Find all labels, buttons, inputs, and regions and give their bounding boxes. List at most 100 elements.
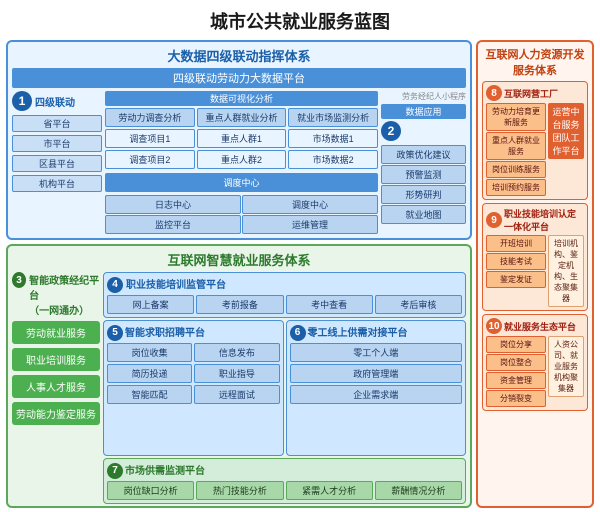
panel8-header: 8 互联网营工厂 bbox=[486, 85, 584, 101]
panel10-sub: 人资公司、就业服务机构聚集器 bbox=[548, 336, 584, 407]
panel-9: 9 职业技能培训认定一体化平台 开班培训 技能考试 鉴定发证 培训机构、鉴定机构… bbox=[482, 203, 588, 311]
panel6-title: 零工线上供需对接平台 bbox=[308, 324, 408, 339]
analysis-item-3: 调查项目2 bbox=[105, 150, 195, 169]
dispatch-0: 日志中心 bbox=[105, 195, 241, 214]
dispatch-1: 调度中心 bbox=[242, 195, 378, 214]
p7-item-0: 岗位缺口分析 bbox=[107, 481, 194, 500]
panel4-title: 职业技能培训监管平台 bbox=[126, 276, 226, 291]
p5-item-2: 简历投递 bbox=[107, 364, 192, 383]
analysis-item-4: 重点人群2 bbox=[197, 150, 287, 169]
analysis-item-2: 市场数据1 bbox=[288, 129, 378, 148]
panel-7: 7 市场供需监测平台 岗位缺口分析 热门技能分析 紧需人才分析 薪酬情况分析 bbox=[103, 458, 466, 504]
badge-3: 3 bbox=[12, 272, 26, 288]
analysis-col-1: 重点人群就业分析 bbox=[197, 108, 287, 127]
p10-item-1: 岗位整合 bbox=[486, 354, 546, 371]
app-0: 政策优化建议 bbox=[381, 145, 466, 164]
p8-item-0: 劳动力培育更新服务 bbox=[486, 103, 546, 131]
p9-sub-0: 培训机构、鉴定机构、生态聚集器 bbox=[548, 235, 584, 307]
panel-56-row: 5 智能求职招聘平台 岗位收集 信息发布 简历投递 职业指导 智能匹配 远程面试 bbox=[103, 320, 466, 456]
p10-item-2: 资金管理 bbox=[486, 372, 546, 389]
badge-10: 10 bbox=[486, 318, 502, 334]
p4-item-2: 考中查看 bbox=[286, 295, 373, 314]
p6-item-1: 政府管理端 bbox=[290, 364, 463, 383]
p4-item-1: 考前报备 bbox=[196, 295, 283, 314]
btn-3[interactable]: 劳动能力鉴定服务 bbox=[12, 402, 100, 425]
sub-label-0: 省平台 bbox=[12, 115, 102, 132]
app-1: 预警监测 bbox=[381, 165, 466, 184]
panel-8: 8 互联网营工厂 劳动力培育更新服务 重点人群就业服务 岗位训练服务 培训预约服… bbox=[482, 81, 588, 200]
panel8-inner: 劳动力培育更新服务 重点人群就业服务 岗位训练服务 培训预约服务 运营中台服务团… bbox=[486, 103, 584, 196]
left-section: 大数据四级联动指挥体系 四级联动劳动力大数据平台 1 四级联动 省平台 市平台 … bbox=[6, 40, 472, 508]
panel5-grid: 岗位收集 信息发布 简历投递 职业指导 智能匹配 远程面试 bbox=[107, 343, 280, 404]
sub-label-2: 区县平台 bbox=[12, 155, 102, 172]
badge-8: 8 bbox=[486, 85, 502, 101]
right-panel: 互联网人力资源开发服务体系 8 互联网营工厂 劳动力培育更新服务 重点人群就业服… bbox=[476, 40, 594, 508]
panel9-title: 职业技能培训认定一体化平台 bbox=[504, 207, 584, 233]
p8-platform-title: 运营中台服务团队工作平台 bbox=[548, 103, 584, 159]
bd-level-label: 1 四级联动 bbox=[12, 91, 102, 111]
p6-item-2: 企业需求端 bbox=[290, 385, 463, 404]
app-3: 就业地图 bbox=[381, 205, 466, 224]
panel-5: 5 智能求职招聘平台 岗位收集 信息发布 简历投递 职业指导 智能匹配 远程面试 bbox=[103, 320, 284, 456]
btn-2[interactable]: 人事人才服务 bbox=[12, 375, 100, 398]
p7-item-2: 紧需人才分析 bbox=[286, 481, 373, 500]
internet-title: 互联网智慧就业服务体系 bbox=[12, 250, 466, 269]
panel9-sub: 培训机构、鉴定机构、生态聚集器 bbox=[548, 235, 584, 307]
dispatch-center: 调度中心 bbox=[105, 173, 378, 192]
panel10-items: 岗位分享 岗位整合 资金管理 分销裂变 bbox=[486, 336, 546, 407]
p7-item-1: 热门技能分析 bbox=[196, 481, 283, 500]
p10-sub-0: 人资公司、就业服务机构聚集器 bbox=[548, 336, 584, 397]
badge-6: 6 bbox=[290, 325, 306, 341]
internet-inner: 3 智能政策经纪平台（一网通办） 劳动就业服务 职业培训服务 人事人才服务 劳动… bbox=[12, 272, 466, 504]
p5-item-3: 职业指导 bbox=[194, 364, 279, 383]
badge-9: 9 bbox=[486, 212, 502, 228]
data-analysis-title: 数据可视化分析 bbox=[105, 91, 378, 106]
analysis-col-2: 就业市场监测分析 bbox=[288, 108, 378, 127]
big-data-inner: 1 四级联动 省平台 市平台 区县平台 机构平台 数据可视化分析 劳动力调查分析… bbox=[12, 91, 466, 234]
internet-section: 互联网智慧就业服务体系 3 智能政策经纪平台（一网通办） 劳动就业服务 职业培训… bbox=[6, 244, 472, 508]
analysis-item-1: 重点人群1 bbox=[197, 129, 287, 148]
sub-label-3: 机构平台 bbox=[12, 175, 102, 192]
p10-item-0: 岗位分享 bbox=[486, 336, 546, 353]
panel9-header: 9 职业技能培训认定一体化平台 bbox=[486, 207, 584, 233]
app-2: 形势研判 bbox=[381, 185, 466, 204]
big-data-title: 大数据四级联动指挥体系 bbox=[12, 46, 466, 65]
bd-middle: 数据可视化分析 劳动力调查分析 重点人群就业分析 就业市场监测分析 调查项目1 … bbox=[105, 91, 378, 234]
panel8-items: 劳动力培育更新服务 重点人群就业服务 岗位训练服务 培训预约服务 bbox=[486, 103, 546, 196]
panel10-inner: 岗位分享 岗位整合 资金管理 分销裂变 人资公司、就业服务机构聚集器 bbox=[486, 336, 584, 407]
big-data-section: 大数据四级联动指挥体系 四级联动劳动力大数据平台 1 四级联动 省平台 市平台 … bbox=[6, 40, 472, 240]
p9-item-0: 开班培训 bbox=[486, 235, 546, 252]
p5-item-0: 岗位收集 bbox=[107, 343, 192, 362]
panel-6: 6 零工线上供需对接平台 零工个人端 政府管理端 企业需求端 bbox=[286, 320, 467, 456]
panel8-platform: 运营中台服务团队工作平台 bbox=[548, 103, 584, 196]
right-title: 互联网人力资源开发服务体系 bbox=[482, 46, 588, 78]
p6-item-0: 零工个人端 bbox=[290, 343, 463, 362]
dispatch-items: 日志中心 调度中心 监控平台 运维管理 bbox=[105, 195, 378, 234]
apps-col: 政策优化建议 预警监测 形势研判 就业地图 bbox=[381, 145, 466, 234]
p5-item-5: 远程面试 bbox=[194, 385, 279, 404]
int-label-3: 3 智能政策经纪平台（一网通办） bbox=[12, 272, 100, 317]
panel10-header: 10 就业服务生态平台 bbox=[486, 318, 584, 334]
int-col1-label: 智能政策经纪平台（一网通办） bbox=[29, 272, 100, 317]
bd-left: 1 四级联动 省平台 市平台 区县平台 机构平台 bbox=[12, 91, 102, 234]
badge-2: 2 bbox=[381, 121, 401, 141]
btn-0[interactable]: 劳动就业服务 bbox=[12, 321, 100, 344]
dispatch-3: 运维管理 bbox=[242, 215, 378, 234]
panel10-title: 就业服务生态平台 bbox=[504, 320, 576, 333]
btn-1[interactable]: 职业培训服务 bbox=[12, 348, 100, 371]
panel7-grid: 岗位缺口分析 热门技能分析 紧需人才分析 薪酬情况分析 bbox=[107, 481, 462, 500]
analysis-grid: 劳动力调查分析 重点人群就业分析 就业市场监测分析 调查项目1 重点人群1 市场… bbox=[105, 108, 378, 169]
p9-item-2: 鉴定发证 bbox=[486, 271, 546, 288]
panel4-grid: 网上备案 考前报备 考中查看 考后审核 bbox=[107, 295, 462, 314]
p5-item-4: 智能匹配 bbox=[107, 385, 192, 404]
int-col1: 3 智能政策经纪平台（一网通办） 劳动就业服务 职业培训服务 人事人才服务 劳动… bbox=[12, 272, 100, 504]
analysis-col-0: 劳动力调查分析 bbox=[105, 108, 195, 127]
panel-4: 4 职业技能培训监管平台 网上备案 考前报备 考中查看 考后审核 bbox=[103, 272, 466, 318]
panel5-title: 智能求职招聘平台 bbox=[125, 324, 205, 339]
panel7-title: 市场供需监测平台 bbox=[125, 462, 205, 477]
panel9-items: 开班培训 技能考试 鉴定发证 bbox=[486, 235, 546, 307]
analysis-item-5: 市场数据2 bbox=[288, 150, 378, 169]
p4-item-0: 网上备案 bbox=[107, 295, 194, 314]
int-col2: 4 职业技能培训监管平台 网上备案 考前报备 考中查看 考后审核 bbox=[103, 272, 466, 504]
badge-2-label: 2 bbox=[381, 121, 466, 141]
